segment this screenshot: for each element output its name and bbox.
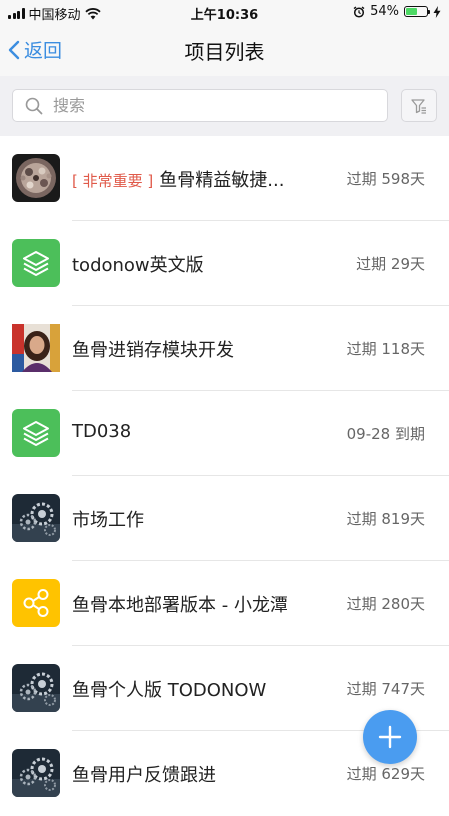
- search-area: [0, 76, 449, 136]
- project-title: 市场工作: [72, 506, 144, 532]
- search-input[interactable]: [51, 95, 355, 116]
- chevron-left-icon: [8, 40, 20, 59]
- project-name: 鱼骨个人版 TODONOW: [72, 680, 267, 701]
- list-item[interactable]: 鱼骨本地部署版本 - 小龙潭 过期 280天: [0, 561, 449, 646]
- project-title: 鱼骨个人版 TODONOW: [72, 676, 266, 702]
- gears-photo-icon: [12, 664, 60, 712]
- project-name: TD038: [72, 421, 132, 442]
- project-name: 市场工作: [72, 510, 144, 531]
- list-item[interactable]: 鱼骨进销存模块开发 过期 118天: [0, 306, 449, 391]
- project-name: 鱼骨进销存模块开发: [72, 340, 234, 361]
- gears-photo-icon: [12, 749, 60, 797]
- layers-icon: [12, 409, 60, 457]
- layers-icon: [12, 239, 60, 287]
- alarm-icon: [353, 5, 365, 18]
- back-button[interactable]: 返回: [8, 36, 62, 63]
- project-name: 鱼骨精益敏捷...: [159, 170, 285, 191]
- mosaic-photo-icon: [12, 154, 60, 202]
- add-project-button[interactable]: [363, 710, 417, 764]
- project-status: 过期 747天: [346, 680, 425, 698]
- battery-icon: [404, 6, 430, 17]
- list-item[interactable]: todonow英文版 过期 29天: [0, 221, 449, 306]
- page-title: 项目列表: [184, 40, 265, 64]
- project-name: 鱼骨用户反馈跟进: [72, 765, 216, 786]
- important-tag: [ 非常重要 ]: [72, 172, 154, 190]
- search-box[interactable]: [12, 89, 388, 122]
- list-item[interactable]: [ 非常重要 ] 鱼骨精益敏捷... 过期 598天: [0, 136, 449, 221]
- project-title: 鱼骨用户反馈跟进: [72, 761, 216, 787]
- project-name: 鱼骨本地部署版本 - 小龙潭: [72, 595, 288, 616]
- gears-photo-icon: [12, 494, 60, 542]
- project-status: 09-28 到期: [346, 425, 425, 443]
- project-title: TD038: [72, 421, 131, 442]
- project-status: 过期 280天: [346, 595, 425, 613]
- project-name: todonow英文版: [72, 255, 204, 276]
- filter-icon: [411, 98, 426, 114]
- project-title: [ 非常重要 ] 鱼骨精益敏捷...: [72, 166, 284, 192]
- charging-icon: [433, 5, 441, 18]
- project-status: 过期 629天: [346, 765, 425, 783]
- project-title: 鱼骨本地部署版本 - 小龙潭: [72, 591, 288, 617]
- portrait-photo-icon: [12, 324, 60, 372]
- battery-percent: 54%: [370, 4, 399, 19]
- list-item[interactable]: TD038 09-28 到期: [0, 391, 449, 476]
- share-nodes-icon: [12, 579, 60, 627]
- status-right: 54%: [353, 4, 441, 19]
- project-status: 过期 819天: [346, 510, 425, 528]
- project-status: 过期 598天: [346, 170, 425, 188]
- project-status: 过期 29天: [356, 255, 425, 273]
- status-bar: 中国移动 上午10:36 54%: [0, 0, 449, 24]
- search-icon: [25, 97, 43, 114]
- filter-button[interactable]: [401, 89, 437, 122]
- battery-fill: [406, 8, 417, 15]
- nav-bar: 返回 项目列表: [0, 24, 449, 76]
- plus-icon: [378, 725, 402, 749]
- project-title: todonow英文版: [72, 251, 204, 277]
- back-label: 返回: [24, 40, 63, 62]
- project-status: 过期 118天: [346, 340, 425, 358]
- project-title: 鱼骨进销存模块开发: [72, 336, 234, 362]
- list-item[interactable]: 市场工作 过期 819天: [0, 476, 449, 561]
